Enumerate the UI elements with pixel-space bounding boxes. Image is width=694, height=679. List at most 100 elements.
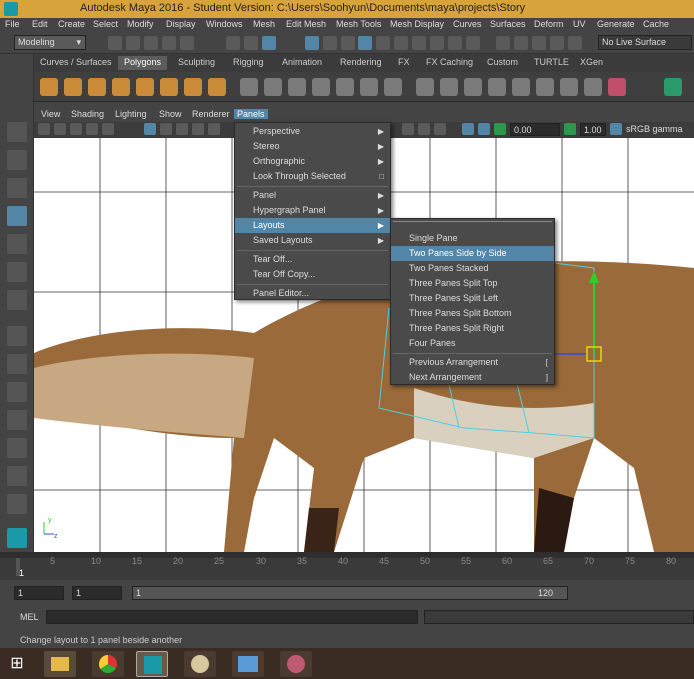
- menu-item-single-pane[interactable]: Single Pane: [391, 231, 554, 246]
- range-bar[interactable]: 1 120: [132, 586, 568, 600]
- new-scene-icon[interactable]: [108, 36, 122, 50]
- menu-item-next-arrangement[interactable]: Next Arrangement]: [391, 370, 554, 385]
- shelf-tab-rendering[interactable]: Rendering: [334, 56, 388, 70]
- shelf-tab-animation[interactable]: Animation: [276, 56, 328, 70]
- menu-mesh-display[interactable]: Mesh Display: [390, 19, 444, 29]
- menu-item-panel-editor[interactable]: Panel Editor...: [235, 286, 390, 301]
- paint-select-icon[interactable]: [7, 178, 27, 198]
- mirror-icon[interactable]: [336, 78, 354, 96]
- separate-icon[interactable]: [264, 78, 282, 96]
- option-box-icon[interactable]: □: [379, 169, 384, 184]
- menu-uv[interactable]: UV: [573, 19, 586, 29]
- gamma-field[interactable]: 0.00: [510, 123, 560, 136]
- collapse-icon[interactable]: [7, 494, 27, 514]
- menu-item-hypergraph-panel[interactable]: Hypergraph Panel ▶: [235, 203, 390, 218]
- menu-file[interactable]: File: [5, 19, 20, 29]
- camera-attributes-icon[interactable]: [54, 123, 66, 135]
- command-input[interactable]: [46, 610, 418, 624]
- menu-edit-mesh[interactable]: Edit Mesh: [286, 19, 326, 29]
- menu-display[interactable]: Display: [166, 19, 196, 29]
- film-gate-icon[interactable]: [160, 123, 172, 135]
- menu-cache[interactable]: Cache: [643, 19, 669, 29]
- shelf-tab-curves-surfaces[interactable]: Curves / Surfaces: [34, 56, 118, 70]
- menu-select[interactable]: Select: [93, 19, 118, 29]
- menu-item-two-panes-side-by-side[interactable]: Two Panes Side by Side: [391, 246, 554, 261]
- rotate-tool-icon[interactable]: [7, 234, 27, 254]
- four-view-layout-icon[interactable]: [7, 354, 27, 374]
- anim-start-field[interactable]: 1: [72, 586, 122, 600]
- menu-windows[interactable]: Windows: [206, 19, 243, 29]
- isolate-select-icon[interactable]: [402, 123, 414, 135]
- panel-menu-show[interactable]: Show: [156, 109, 185, 119]
- exposure-toggle-icon[interactable]: [564, 123, 576, 135]
- hypershade-icon[interactable]: [550, 36, 564, 50]
- poly-cone-icon[interactable]: [112, 78, 130, 96]
- select-tool-icon[interactable]: [7, 122, 27, 142]
- menu-item-three-panes-split-bottom[interactable]: Three Panes Split Bottom: [391, 306, 554, 321]
- smooth-icon[interactable]: [288, 78, 306, 96]
- scale-tool-icon[interactable]: [7, 262, 27, 282]
- menu-item-saved-layouts[interactable]: Saved Layouts ▶: [235, 233, 390, 248]
- shelf-tab-custom[interactable]: Custom: [481, 56, 524, 70]
- snap-point-icon[interactable]: [394, 36, 408, 50]
- command-language-label[interactable]: MEL: [20, 612, 39, 622]
- poly-cylinder-icon[interactable]: [88, 78, 106, 96]
- paint-icon[interactable]: [184, 651, 216, 677]
- menu-item-orthographic[interactable]: Orthographic ▶: [235, 154, 390, 169]
- menu-item-three-panes-split-right[interactable]: Three Panes Split Right: [391, 321, 554, 336]
- menu-deform[interactable]: Deform: [534, 19, 564, 29]
- chrome-icon[interactable]: [92, 651, 124, 677]
- panel-menu-renderer[interactable]: Renderer: [189, 109, 233, 119]
- menu-item-tear-off-copy[interactable]: Tear Off Copy...: [235, 267, 390, 282]
- mesh-display-icon[interactable]: [664, 78, 682, 96]
- redo-icon[interactable]: [180, 36, 194, 50]
- snap-view-plane-icon[interactable]: [412, 36, 426, 50]
- shelf-tab-polygons[interactable]: Polygons: [118, 56, 168, 70]
- menu-curves[interactable]: Curves: [453, 19, 482, 29]
- poly-plane-icon[interactable]: [160, 78, 178, 96]
- menu-item-tear-off[interactable]: Tear Off...: [235, 252, 390, 267]
- menu-item-three-panes-split-left[interactable]: Three Panes Split Left: [391, 291, 554, 306]
- select-by-edge-icon[interactable]: [323, 36, 337, 50]
- gate-mask-icon[interactable]: [192, 123, 204, 135]
- file-explorer-icon[interactable]: [44, 651, 76, 677]
- exposure-field[interactable]: 1.00: [580, 123, 606, 136]
- uv-editor-icon[interactable]: [584, 78, 602, 96]
- start-frame-field[interactable]: 1: [14, 586, 64, 600]
- panel-menu-shading[interactable]: Shading: [68, 109, 107, 119]
- boolean-icon[interactable]: [312, 78, 330, 96]
- select-by-face-icon[interactable]: [341, 36, 355, 50]
- image-plane-icon[interactable]: [86, 123, 98, 135]
- menu-item-layouts[interactable]: Layouts ▶: [235, 218, 390, 233]
- live-surface-field[interactable]: No Live Surface: [598, 35, 692, 50]
- field-chart-icon[interactable]: [208, 123, 220, 135]
- shelf-tab-turtle[interactable]: TURTLE: [528, 56, 575, 70]
- last-tool-icon[interactable]: [7, 290, 27, 310]
- lasso-tool-icon[interactable]: [7, 150, 27, 170]
- shelf-tab-fx[interactable]: FX: [392, 56, 416, 70]
- menu-item-four-panes[interactable]: Four Panes: [391, 336, 554, 351]
- gamma-toggle-icon[interactable]: [494, 123, 506, 135]
- platonic-solid-icon[interactable]: [208, 78, 226, 96]
- menu-mesh-tools[interactable]: Mesh Tools: [336, 19, 381, 29]
- poly-torus-icon[interactable]: [136, 78, 154, 96]
- combine-icon[interactable]: [240, 78, 258, 96]
- merge-icon[interactable]: [488, 78, 506, 96]
- persp-graph-layout-icon[interactable]: [7, 410, 27, 430]
- planar-map-icon[interactable]: [536, 78, 554, 96]
- outliner-layout-icon[interactable]: [7, 466, 27, 486]
- save-scene-icon[interactable]: [144, 36, 158, 50]
- bookmarks-icon[interactable]: [70, 123, 82, 135]
- panel-menu-panels[interactable]: Panels: [234, 109, 268, 119]
- snipping-icon[interactable]: [280, 651, 312, 677]
- persp-outliner-layout-icon[interactable]: [7, 382, 27, 402]
- mode-dropdown[interactable]: Modeling ▾: [14, 35, 86, 50]
- render-setup-icon[interactable]: [568, 36, 582, 50]
- poly-cube-icon[interactable]: [64, 78, 82, 96]
- shelf-tab-rigging[interactable]: Rigging: [227, 56, 270, 70]
- shelf-tab-sculpting[interactable]: Sculpting: [172, 56, 221, 70]
- soft-select-icon[interactable]: [608, 78, 626, 96]
- shelf-tab-fx-caching[interactable]: FX Caching: [420, 56, 479, 70]
- menu-edit[interactable]: Edit: [32, 19, 48, 29]
- grid-toggle-icon[interactable]: [144, 123, 156, 135]
